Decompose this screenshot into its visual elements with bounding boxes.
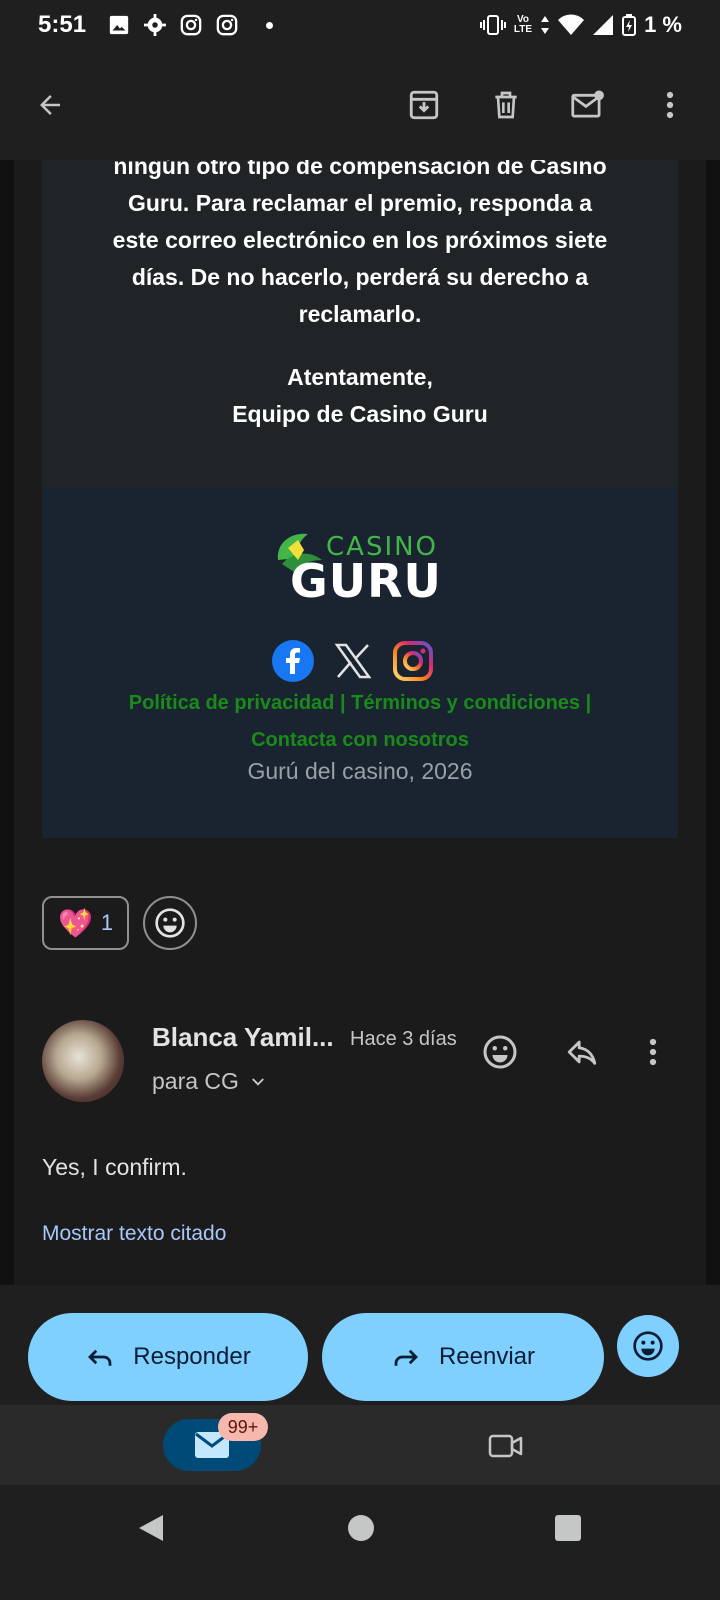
chevron-down-icon bbox=[252, 1077, 264, 1086]
logo-guru-text: GURU bbox=[290, 554, 442, 608]
closing-text: Atentamente, bbox=[287, 364, 433, 390]
bottom-navigation: 99+ bbox=[0, 1405, 720, 1485]
message-actions bbox=[474, 1026, 668, 1078]
forward-label: Reenviar bbox=[438, 1343, 536, 1370]
footer-links: Política de privacidad | Términos y cond… bbox=[42, 685, 678, 759]
terms-link[interactable]: Términos y condiciones bbox=[351, 692, 580, 714]
unread-badge: 99+ bbox=[218, 1413, 268, 1441]
email-footer: CASINO GURU Política de privacidad | Tér… bbox=[42, 488, 678, 838]
status-system-icons: Vo LTE 1 % bbox=[479, 12, 682, 38]
bottom-action-bar: Responder Reenviar bbox=[0, 1285, 720, 1405]
video-camera-icon bbox=[488, 1434, 523, 1458]
mark-unread-icon bbox=[571, 90, 604, 118]
trash-icon bbox=[495, 91, 517, 119]
instagram-icon bbox=[180, 14, 202, 36]
status-bar: 5:51 Vo LTE 1 % bbox=[0, 0, 720, 50]
nav-meet-tab[interactable] bbox=[486, 1425, 526, 1465]
contact-link[interactable]: Contacta con nosotros bbox=[251, 729, 469, 751]
casino-guru-logo: CASINO GURU bbox=[274, 530, 444, 608]
add-reaction-button[interactable] bbox=[143, 896, 198, 950]
email-paragraph: ningún otro tipo de compensación de Casi… bbox=[112, 160, 608, 327]
signature-text: Equipo de Casino Guru bbox=[232, 401, 488, 427]
sender-name[interactable]: Blanca Yamil... bbox=[152, 1022, 337, 1053]
sparkling-heart-emoji: 💖 bbox=[58, 907, 93, 939]
reply-message-card[interactable]: Blanca Yamil... Hace 3 días para CG Yes,… bbox=[14, 986, 706, 1285]
battery-icon bbox=[622, 14, 637, 36]
reaction-chip[interactable]: 💖 1 bbox=[42, 896, 130, 950]
back-button[interactable] bbox=[24, 79, 76, 131]
recipient-toggle[interactable]: para CG bbox=[152, 1068, 267, 1095]
mark-unread-button[interactable] bbox=[562, 79, 614, 131]
privacy-link[interactable]: Política de privacidad bbox=[129, 692, 335, 714]
recipient-text: para CG bbox=[152, 1068, 239, 1094]
status-notification-icons bbox=[108, 14, 274, 36]
x-icon[interactable] bbox=[332, 640, 374, 682]
reply-icon bbox=[88, 1349, 112, 1366]
arrow-left-icon bbox=[40, 95, 60, 115]
email-signature: Atentamente, Equipo de Casino Guru bbox=[42, 359, 678, 433]
archive-button[interactable] bbox=[398, 79, 450, 131]
link-separator: | bbox=[585, 692, 592, 714]
system-back-icon[interactable] bbox=[137, 1513, 165, 1543]
message-more-button[interactable] bbox=[638, 1026, 668, 1078]
system-home-button[interactable] bbox=[348, 1515, 374, 1541]
emoji-add-icon bbox=[155, 908, 185, 938]
link-separator: | bbox=[339, 692, 352, 714]
system-recents-button[interactable] bbox=[555, 1515, 581, 1541]
thread-content[interactable]: ningún otro tipo de compensación de Casi… bbox=[14, 160, 706, 1285]
reply-label: Responder bbox=[133, 1343, 251, 1370]
reply-all-button[interactable]: Responder bbox=[28, 1313, 308, 1401]
copyright-text: Gurú del casino, 2026 bbox=[247, 758, 473, 784]
instagram-icon[interactable] bbox=[392, 640, 434, 682]
volte-indicator: Vo LTE bbox=[513, 14, 533, 35]
message-body: Yes, I confirm. bbox=[42, 1154, 187, 1180]
reply-icon bbox=[567, 1040, 597, 1065]
facebook-icon[interactable] bbox=[272, 640, 314, 682]
more-vert-icon bbox=[666, 91, 674, 119]
emoji-icon bbox=[483, 1035, 517, 1069]
add-reaction-button[interactable] bbox=[474, 1026, 526, 1078]
signal-icon bbox=[593, 15, 614, 35]
avatar[interactable] bbox=[42, 1020, 124, 1102]
more-options-button[interactable] bbox=[644, 79, 696, 131]
forward-icon bbox=[394, 1349, 418, 1366]
social-links bbox=[272, 640, 434, 682]
settings-icon bbox=[144, 14, 167, 36]
dot-icon bbox=[266, 21, 274, 29]
vibrate-icon bbox=[479, 15, 506, 35]
system-navigation bbox=[0, 1485, 720, 1600]
reply-button[interactable] bbox=[556, 1026, 608, 1078]
wifi-icon bbox=[558, 14, 585, 35]
app-bar bbox=[0, 50, 720, 160]
battery-percent: 1 % bbox=[644, 12, 682, 37]
image-icon bbox=[109, 15, 129, 35]
archive-icon bbox=[409, 90, 439, 120]
show-quoted-text-link[interactable]: Mostrar texto citado bbox=[42, 1222, 226, 1246]
instagram-icon bbox=[216, 14, 238, 36]
reaction-count: 1 bbox=[100, 910, 114, 935]
data-arrows-icon bbox=[541, 16, 550, 34]
message-card: ningún otro tipo de compensación de Casi… bbox=[14, 160, 706, 1000]
delete-button[interactable] bbox=[480, 79, 532, 131]
reactions-row: 💖 1 bbox=[42, 896, 198, 950]
more-vert-icon bbox=[649, 1038, 657, 1066]
status-time: 5:51 bbox=[38, 11, 87, 38]
emoji-icon bbox=[633, 1331, 663, 1361]
forward-button[interactable]: Reenviar bbox=[322, 1313, 604, 1401]
message-time: Hace 3 días bbox=[350, 1028, 457, 1050]
emoji-reaction-button[interactable] bbox=[617, 1315, 679, 1377]
